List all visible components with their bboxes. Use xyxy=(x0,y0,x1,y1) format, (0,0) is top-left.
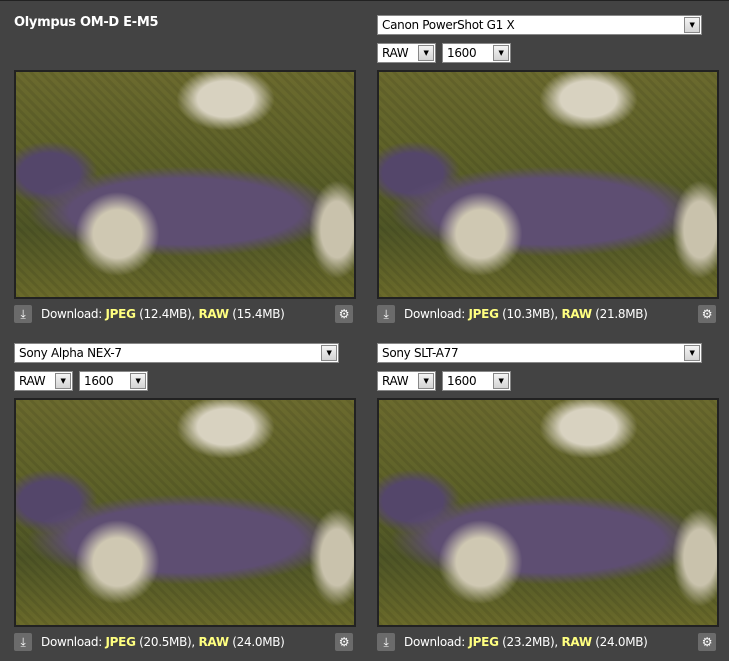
download-row: ⤓ Download: JPEG (23.2MB), RAW (24.0MB) … xyxy=(377,633,720,653)
format-select-value: RAW xyxy=(382,374,409,388)
raw-size: (24.0MB) xyxy=(232,635,285,649)
chevron-down-icon: ▼ xyxy=(684,345,700,361)
camera-select-value: Canon PowerShot G1 X xyxy=(382,18,515,32)
jpeg-size: (10.3MB) xyxy=(502,307,555,321)
format-select[interactable]: RAW ▼ xyxy=(377,43,436,63)
raw-size: (21.8MB) xyxy=(595,307,648,321)
iso-select[interactable]: 1600 ▼ xyxy=(79,371,148,391)
sample-image xyxy=(14,70,356,299)
chevron-down-icon: ▼ xyxy=(321,345,337,361)
raw-size: (24.0MB) xyxy=(595,635,648,649)
raw-link[interactable]: RAW xyxy=(561,635,592,649)
iso-select[interactable]: 1600 ▼ xyxy=(442,43,511,63)
jpeg-size: (12.4MB) xyxy=(139,307,192,321)
separator: , xyxy=(191,307,195,321)
sample-image xyxy=(377,398,719,627)
separator: , xyxy=(554,635,558,649)
format-select-value: RAW xyxy=(382,46,409,60)
raw-size: (15.4MB) xyxy=(232,307,285,321)
download-icon[interactable]: ⤓ xyxy=(14,633,32,651)
download-label: Download: xyxy=(404,307,465,321)
download-row: ⤓ Download: JPEG (10.3MB), RAW (21.8MB) … xyxy=(377,305,720,325)
download-row: ⤓ Download: JPEG (20.5MB), RAW (24.0MB) … xyxy=(14,633,357,653)
jpeg-size: (20.5MB) xyxy=(139,635,192,649)
chevron-down-icon: ▼ xyxy=(418,45,434,61)
iso-select-value: 1600 xyxy=(447,46,477,60)
download-label: Download: xyxy=(404,635,465,649)
camera-select[interactable]: Canon PowerShot G1 X ▼ xyxy=(377,15,702,35)
raw-link[interactable]: RAW xyxy=(198,307,229,321)
gear-icon[interactable]: ⚙ xyxy=(335,633,353,651)
sample-image xyxy=(14,398,356,627)
camera-select[interactable]: Sony Alpha NEX-7 ▼ xyxy=(14,343,339,363)
chevron-down-icon: ▼ xyxy=(55,373,71,389)
iso-select-value: 1600 xyxy=(447,374,477,388)
raw-link[interactable]: RAW xyxy=(561,307,592,321)
download-icon[interactable]: ⤓ xyxy=(377,633,395,651)
camera-select[interactable]: Sony SLT-A77 ▼ xyxy=(377,343,702,363)
format-select-value: RAW xyxy=(19,374,46,388)
jpeg-link[interactable]: JPEG xyxy=(469,635,499,649)
jpeg-link[interactable]: JPEG xyxy=(106,307,136,321)
chevron-down-icon: ▼ xyxy=(493,373,509,389)
iso-select-value: 1600 xyxy=(84,374,114,388)
gear-icon[interactable]: ⚙ xyxy=(698,305,716,323)
gear-icon[interactable]: ⚙ xyxy=(698,633,716,651)
download-label: Download: xyxy=(41,635,102,649)
download-icon[interactable]: ⤓ xyxy=(377,305,395,323)
camera-title: Olympus OM-D E-M5 xyxy=(14,15,159,30)
iso-select[interactable]: 1600 ▼ xyxy=(442,371,511,391)
chevron-down-icon: ▼ xyxy=(493,45,509,61)
jpeg-link[interactable]: JPEG xyxy=(106,635,136,649)
raw-link[interactable]: RAW xyxy=(198,635,229,649)
download-label: Download: xyxy=(41,307,102,321)
chevron-down-icon: ▼ xyxy=(684,17,700,33)
camera-select-value: Sony SLT-A77 xyxy=(382,346,459,360)
jpeg-link[interactable]: JPEG xyxy=(469,307,499,321)
camera-select-value: Sony Alpha NEX-7 xyxy=(19,346,122,360)
sample-image xyxy=(377,70,719,299)
jpeg-size: (23.2MB) xyxy=(502,635,555,649)
gear-icon[interactable]: ⚙ xyxy=(335,305,353,323)
download-row: ⤓ Download: JPEG (12.4MB), RAW (15.4MB) … xyxy=(14,305,357,325)
download-icon[interactable]: ⤓ xyxy=(14,305,32,323)
separator: , xyxy=(191,635,195,649)
chevron-down-icon: ▼ xyxy=(418,373,434,389)
format-select[interactable]: RAW ▼ xyxy=(377,371,436,391)
format-select[interactable]: RAW ▼ xyxy=(14,371,73,391)
separator: , xyxy=(554,307,558,321)
chevron-down-icon: ▼ xyxy=(130,373,146,389)
